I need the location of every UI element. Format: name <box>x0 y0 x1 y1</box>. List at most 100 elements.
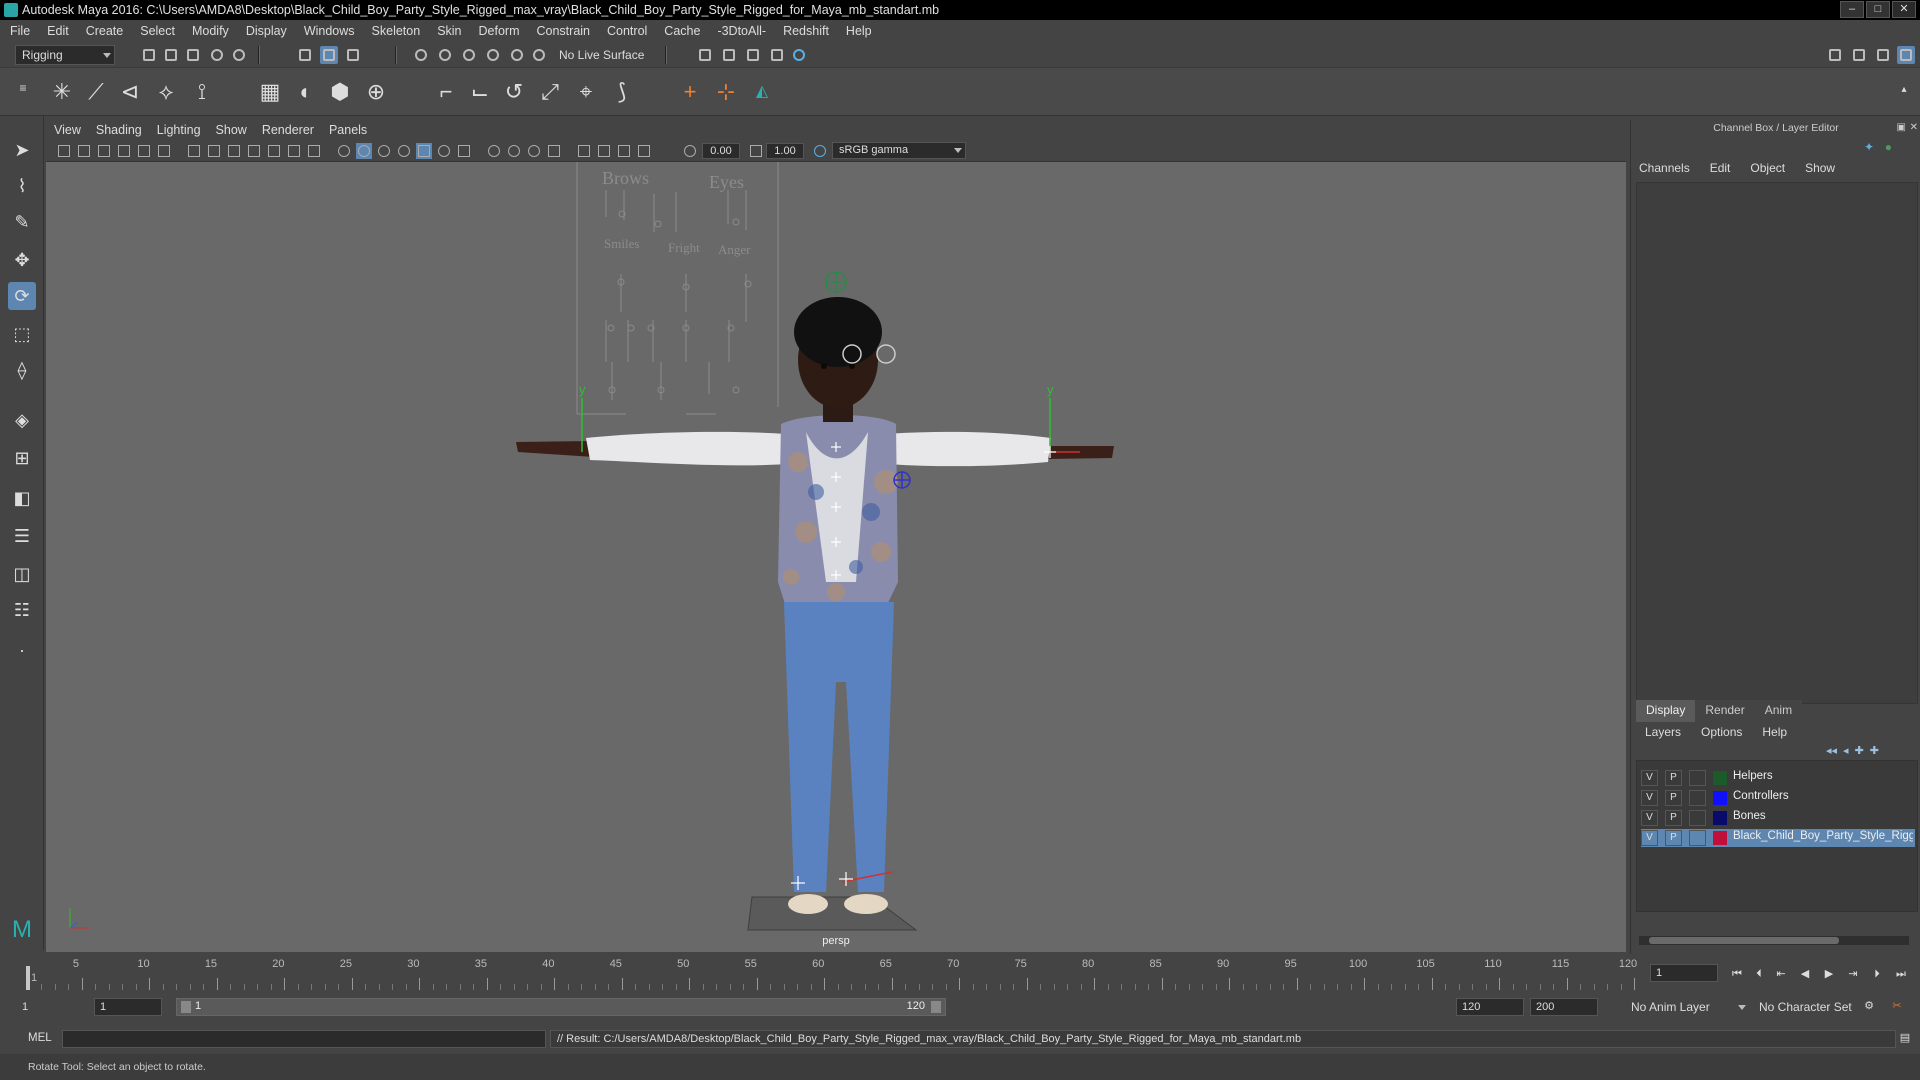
vp-menu-show[interactable]: Show <box>216 123 247 137</box>
redo-icon[interactable] <box>230 46 248 64</box>
live-surface-field[interactable]: No Live Surface <box>552 45 652 65</box>
close-button[interactable]: ✕ <box>1892 1 1916 18</box>
undo-icon[interactable] <box>208 46 226 64</box>
step-back-key-icon[interactable]: ⇤ <box>1772 966 1790 982</box>
tool-settings-icon[interactable] <box>1874 46 1892 64</box>
tab-display[interactable]: Display <box>1636 700 1696 722</box>
multisample-icon[interactable] <box>506 143 522 159</box>
gamma-icon[interactable] <box>748 143 764 159</box>
menu-control[interactable]: Control <box>607 24 647 38</box>
layer-display-type[interactable] <box>1689 810 1706 826</box>
layer-playback-toggle[interactable]: P <box>1665 830 1682 846</box>
vp-menu-lighting[interactable]: Lighting <box>157 123 201 137</box>
menu-windows[interactable]: Windows <box>304 24 355 38</box>
layer-display-type[interactable] <box>1689 830 1706 846</box>
current-time-indicator[interactable] <box>26 966 30 990</box>
range-end-handle[interactable] <box>931 1001 941 1013</box>
layer-visibility-toggle[interactable]: V <box>1641 770 1658 786</box>
persp-outliner-icon[interactable]: ☰ <box>8 522 36 550</box>
le-menu-options[interactable]: Options <box>1701 725 1742 739</box>
cluster-icon[interactable]: ⊕ <box>362 78 390 106</box>
vp-menu-panels[interactable]: Panels <box>329 123 367 137</box>
save-scene-icon[interactable] <box>184 46 202 64</box>
layer-editor-toggle-icon[interactable]: ● <box>1885 140 1892 154</box>
grid-toggle-icon[interactable] <box>186 143 202 159</box>
command-input[interactable] <box>62 1030 546 1048</box>
2d-pan-zoom-icon[interactable] <box>156 143 172 159</box>
safe-title-icon[interactable] <box>306 143 322 159</box>
render-current-icon[interactable] <box>720 46 738 64</box>
scene-start-field[interactable]: 1 <box>16 998 84 1016</box>
menu-deform[interactable]: Deform <box>479 24 520 38</box>
single-view-icon[interactable]: ◈ <box>8 406 36 434</box>
viewport-persp[interactable]: Brows Eyes Smiles Fright Anger y y persp <box>46 162 1626 952</box>
layer-playback-toggle[interactable]: P <box>1665 790 1682 806</box>
step-back-frame-icon[interactable]: ⏴ <box>1750 966 1768 982</box>
range-slider[interactable]: 1 120 <box>176 998 946 1016</box>
gamma-field[interactable]: 1.00 <box>766 143 804 159</box>
maximize-button[interactable]: □ <box>1866 1 1890 18</box>
open-scene-icon[interactable] <box>162 46 180 64</box>
motion-blur-icon[interactable] <box>486 143 502 159</box>
menu-help[interactable]: Help <box>846 24 872 38</box>
layer-display-type[interactable] <box>1689 770 1706 786</box>
layer-row-controllers[interactable]: V P Controllers <box>1641 789 1915 807</box>
layer-row-helpers[interactable]: V P Helpers <box>1641 769 1915 787</box>
menu-edit[interactable]: Edit <box>47 24 69 38</box>
panel-close-icon[interactable]: ✕ <box>1910 122 1918 133</box>
bind-skin-icon[interactable]: ▦ <box>256 78 284 106</box>
paint-weights-icon[interactable]: ◐ <box>292 78 320 106</box>
script-language-toggle[interactable]: MEL <box>28 1032 52 1044</box>
xray-joints-icon[interactable] <box>596 143 612 159</box>
resolution-gate-icon[interactable] <box>226 143 242 159</box>
wireframe-on-shaded-icon[interactable] <box>376 143 392 159</box>
layer-row-model[interactable]: V P Black_Child_Boy_Party_Style_Rigged <box>1641 829 1915 847</box>
view-transform-dropdown[interactable]: sRGB gamma <box>832 142 966 159</box>
step-forward-frame-icon[interactable]: ⏵ <box>1868 966 1886 982</box>
safe-action-icon[interactable] <box>286 143 302 159</box>
exposure-field[interactable]: 0.00 <box>702 143 740 159</box>
lights-icon[interactable] <box>416 143 432 159</box>
select-object-icon[interactable] <box>320 46 338 64</box>
cb-menu-channels[interactable]: Channels <box>1639 161 1690 175</box>
lattice-icon[interactable]: ⬢ <box>326 78 354 106</box>
layer-color-swatch[interactable] <box>1713 831 1727 845</box>
paint-select-icon[interactable]: ✎ <box>8 208 36 236</box>
exposure-icon[interactable] <box>682 143 698 159</box>
cb-menu-edit[interactable]: Edit <box>1710 161 1731 175</box>
snap-view-icon[interactable] <box>484 46 502 64</box>
tab-anim[interactable]: Anim <box>1754 700 1803 722</box>
four-view-icon[interactable]: ⊞ <box>8 444 36 472</box>
move-layer-up-icon[interactable]: ◂◂ <box>1826 744 1837 757</box>
shelf-scroll-icon[interactable]: ▴ <box>1896 76 1912 104</box>
locator-icon[interactable]: + <box>676 78 704 106</box>
parent-constraint-icon[interactable]: ⌐ <box>432 78 460 106</box>
layer-color-swatch[interactable] <box>1713 791 1727 805</box>
layout-more-icon[interactable]: · <box>8 636 36 664</box>
play-forwards-icon[interactable]: ▶ <box>1820 966 1838 982</box>
grease-pencil-icon[interactable] <box>136 143 152 159</box>
xray-components-icon[interactable] <box>616 143 632 159</box>
snap-curve-icon[interactable] <box>436 46 454 64</box>
menu-redshift[interactable]: Redshift <box>783 24 829 38</box>
layer-visibility-toggle[interactable]: V <box>1641 790 1658 806</box>
ambient-occlusion-icon[interactable] <box>456 143 472 159</box>
scene-end-field[interactable]: 200 <box>1530 998 1598 1016</box>
isolate-select-icon[interactable] <box>546 143 562 159</box>
move-tool-icon[interactable]: ✥ <box>8 246 36 274</box>
character-model[interactable] <box>516 297 1114 914</box>
last-tool-icon[interactable]: ⟠ <box>8 356 36 384</box>
camera-attributes-icon[interactable] <box>76 143 92 159</box>
color-management-icon[interactable] <box>812 143 828 159</box>
point-constraint-icon[interactable]: ⌙ <box>466 78 494 106</box>
menu-display[interactable]: Display <box>246 24 287 38</box>
render-settings-icon[interactable] <box>768 46 786 64</box>
playback-end-field[interactable]: 120 <box>1456 998 1524 1016</box>
outliner-persp-icon[interactable]: ☷ <box>8 596 36 624</box>
select-component-icon[interactable] <box>344 46 362 64</box>
wireframe-icon[interactable] <box>336 143 352 159</box>
layer-visibility-toggle[interactable]: V <box>1641 830 1658 846</box>
scale-constraint-icon[interactable]: ⤢ <box>536 78 564 106</box>
shelf-menu-icon[interactable]: ≡ <box>14 74 32 102</box>
move-layer-down-icon[interactable]: ◂ <box>1843 744 1849 757</box>
